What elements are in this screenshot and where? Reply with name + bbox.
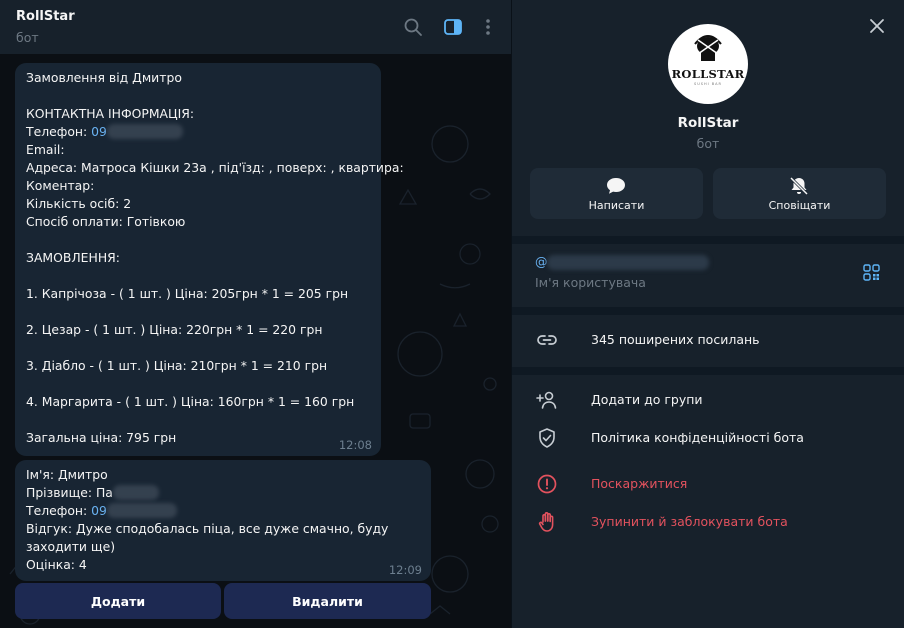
privacy-policy-label: Політика конфіденційності бота xyxy=(591,430,804,445)
surname-line: Прізвище: Па xyxy=(26,484,420,502)
delete-button[interactable]: Видалити xyxy=(224,583,431,619)
message-line: Замовлення від Дмитро xyxy=(26,70,182,85)
block-bot-row[interactable]: Зупинити й заблокувати бота xyxy=(512,503,904,541)
message-line: Оцінка: 4 xyxy=(26,557,87,572)
message-line: КОНТАКТНА ІНФОРМАЦІЯ: xyxy=(26,106,195,121)
redacted-username xyxy=(547,255,709,270)
surname-label: Прізвище: Па xyxy=(26,485,113,500)
message-line: 4. Маргарита - ( 1 шт. ) Ціна: 160грн * … xyxy=(26,394,355,409)
report-row[interactable]: Поскаржитися xyxy=(512,465,904,503)
add-to-group-label: Додати до групи xyxy=(591,392,703,407)
shared-links-label: 345 поширених посилань xyxy=(591,332,760,347)
block-bot-label: Зупинити й заблокувати бота xyxy=(591,514,788,529)
message-line: Email: xyxy=(26,142,65,157)
section-divider xyxy=(512,236,904,244)
link-icon xyxy=(537,335,557,345)
qr-code-icon[interactable] xyxy=(863,264,880,281)
message-line xyxy=(26,375,370,393)
message-line xyxy=(26,411,370,429)
write-message-button[interactable]: Написати xyxy=(530,168,703,219)
sidebar-toggle-icon[interactable] xyxy=(441,15,465,39)
add-user-icon xyxy=(536,391,557,409)
bell-off-icon xyxy=(789,176,809,196)
message-line xyxy=(26,339,370,357)
section-divider xyxy=(512,367,904,375)
message-line: Кількість осіб: 2 xyxy=(26,196,132,211)
chat-subtitle: бот xyxy=(16,30,39,45)
add-to-group-row[interactable]: Додати до групи xyxy=(512,381,904,419)
message-line: Спосіб оплати: Готівкою xyxy=(26,214,186,229)
close-icon[interactable] xyxy=(868,17,886,35)
message-line: 2. Цезар - ( 1 шт. ) Ціна: 220грн * 1 = … xyxy=(26,322,323,337)
chat-panel: RollStar бот Замовлення від Дмитро КОНТА… xyxy=(0,0,511,628)
chat-header: RollStar бот xyxy=(0,0,511,54)
redacted-surname xyxy=(112,485,159,500)
message-bubble[interactable]: Ім'я: Дмитро Прізвище: Па Телефон: 09 Ві… xyxy=(15,460,431,581)
avatar-logo-subtext: SUSHI BAR xyxy=(693,82,722,86)
message-line xyxy=(26,87,370,105)
message-time: 12:08 xyxy=(338,438,372,452)
profile-name: RollStar xyxy=(677,115,739,131)
message-time: 12:09 xyxy=(388,563,422,577)
shield-check-icon xyxy=(539,428,555,448)
shared-links-row[interactable]: 345 поширених посилань xyxy=(512,321,904,359)
message-line xyxy=(26,267,370,285)
chef-hat-logo-icon xyxy=(694,35,722,61)
section-divider xyxy=(512,307,904,315)
message-line: 3. Діабло - ( 1 шт. ) Ціна: 210грн * 1 =… xyxy=(26,358,328,373)
message-line: Коментар: xyxy=(26,178,95,193)
message-line xyxy=(26,303,370,321)
phone-link[interactable]: 09 xyxy=(91,124,107,139)
avatar-logo-text: ROLLSTAR xyxy=(671,67,745,81)
redacted-phone xyxy=(106,503,177,518)
phone-link[interactable]: 09 xyxy=(91,503,107,518)
username-row[interactable]: @ Ім'я користувача xyxy=(512,244,904,307)
more-vertical-icon[interactable] xyxy=(476,15,500,39)
username-caption: Ім'я користувача xyxy=(535,275,646,290)
redacted-phone xyxy=(106,124,183,139)
notifications-label: Сповіщати xyxy=(768,199,831,212)
privacy-policy-row[interactable]: Політика конфіденційності бота xyxy=(512,419,904,457)
notifications-button[interactable]: Сповіщати xyxy=(713,168,886,219)
message-bubble[interactable]: Замовлення від Дмитро КОНТАКТНА ІНФОРМАЦ… xyxy=(15,63,404,456)
profile-panel: ROLLSTAR SUSHI BAR RollStar бот Написати… xyxy=(512,0,904,628)
message-line: Відгук: Дуже сподобалась піца, все дуже … xyxy=(26,521,389,554)
chat-bubble-icon xyxy=(607,178,625,194)
profile-subtitle: бот xyxy=(696,136,720,151)
phone-label: Телефон: xyxy=(26,124,92,139)
message-line xyxy=(26,231,370,249)
message-line: Загальна ціна: 795 грн xyxy=(26,430,177,445)
phone-label: Телефон: xyxy=(26,503,92,518)
message-line: Адреса: Матроса Кішки 23а , під'їзд: , п… xyxy=(26,160,404,175)
search-icon[interactable] xyxy=(401,15,425,39)
report-label: Поскаржитися xyxy=(591,476,688,491)
add-button[interactable]: Додати xyxy=(15,583,221,619)
username-value: @ xyxy=(535,254,548,269)
avatar[interactable]: ROLLSTAR SUSHI BAR xyxy=(668,24,748,104)
message-line: 1. Капрічоза - ( 1 шт. ) Ціна: 205грн * … xyxy=(26,286,349,301)
alert-circle-icon xyxy=(537,474,557,494)
hand-stop-icon xyxy=(538,512,554,532)
phone-line: Телефон: 09 xyxy=(26,502,420,520)
message-line: Ім'я: Дмитро xyxy=(26,467,108,482)
chat-title[interactable]: RollStar xyxy=(16,9,75,24)
phone-line: Телефон: 09 xyxy=(26,123,370,141)
write-message-label: Написати xyxy=(588,199,645,212)
message-line: ЗАМОВЛЕННЯ: xyxy=(26,250,120,265)
